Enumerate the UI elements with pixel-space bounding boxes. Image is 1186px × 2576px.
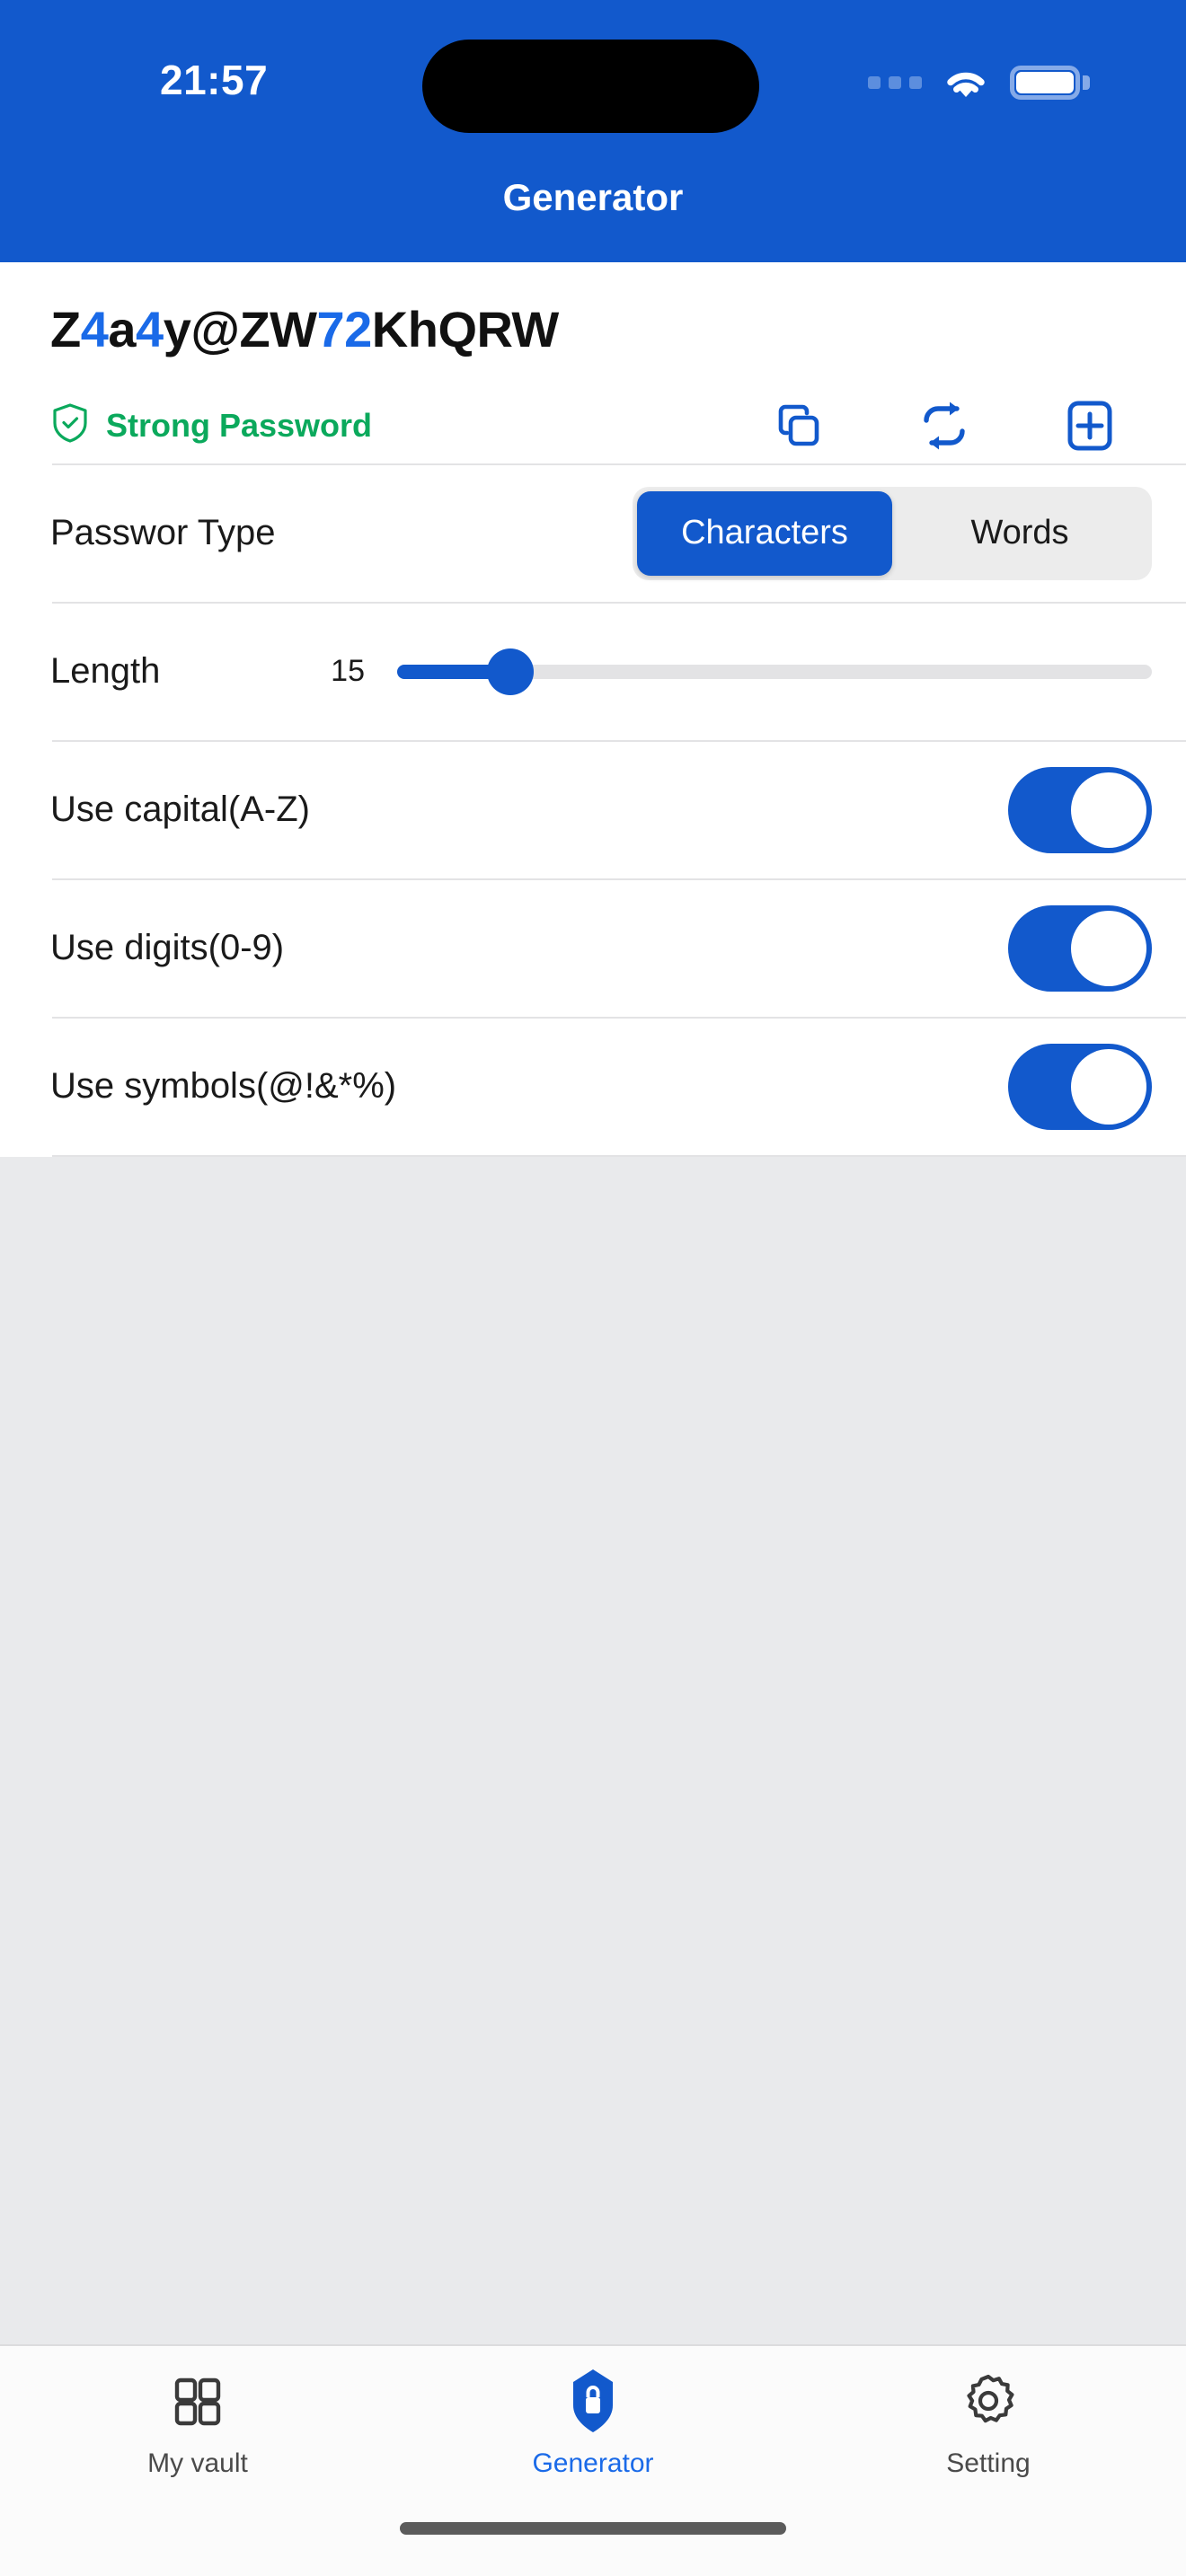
grid-icon [170,2368,226,2434]
password-actions [771,398,1136,454]
tab-generator-label: Generator [532,2448,654,2478]
use-capital-toggle[interactable] [1008,766,1152,853]
use-digits-row: Use digits(0-9) [0,880,1186,1017]
gear-icon [959,2368,1018,2434]
length-row: Length 15 [0,604,1186,740]
home-indicator[interactable] [400,2522,786,2535]
home-indicator-area [0,2515,1186,2576]
password-type-label: Passwor Type [50,513,276,553]
password-type-segmented-control[interactable]: Characters Words [633,486,1152,580]
toggle-knob [1071,772,1146,848]
tab-setting-label: Setting [946,2448,1031,2478]
shield-check-icon [50,401,90,449]
settings-card: Z4a4y@ZW72KhQRW Strong Password Passwor … [0,262,1186,1157]
use-digits-label: Use digits(0-9) [50,928,285,968]
use-digits-toggle[interactable] [1008,904,1152,992]
wifi-icon [942,65,990,101]
app-header: 21:57 Generator [0,0,1186,262]
app-screen: 21:57 Generator Z4a4y@ZW72KhQRW Strong P… [0,0,1186,2576]
slider-thumb[interactable] [487,648,534,695]
toggle-knob [1071,1048,1146,1125]
toggle-knob [1071,910,1146,986]
content-background [0,1156,1186,2344]
dynamic-island [422,40,759,133]
use-symbols-toggle[interactable] [1008,1043,1152,1130]
copy-button[interactable] [771,398,827,454]
tab-my-vault[interactable]: My vault [0,2368,395,2515]
password-meta-row: Strong Password [0,357,1186,463]
segment-words[interactable]: Words [892,491,1147,576]
cellular-dots-icon [868,76,922,89]
length-value: 15 [331,654,365,689]
password-type-row: Passwor Type Characters Words [0,465,1186,602]
password-strength: Strong Password [50,401,372,449]
generated-password[interactable]: Z4a4y@ZW72KhQRW [50,302,1136,357]
use-symbols-label: Use symbols(@!&*%) [50,1066,397,1107]
bottom-tab-bar: My vault Generator Setting [0,2344,1186,2515]
tab-generator[interactable]: Generator [395,2368,791,2515]
battery-full-icon [1010,66,1090,100]
status-bar-indicators [868,65,1090,101]
tab-my-vault-label: My vault [147,2448,248,2478]
segment-characters[interactable]: Characters [637,490,892,576]
use-symbols-row: Use symbols(@!&*%) [0,1019,1186,1155]
add-button[interactable] [1062,398,1118,454]
tab-setting[interactable]: Setting [791,2368,1186,2515]
length-slider[interactable] [397,648,1152,695]
length-slider-wrap: 15 [160,648,1152,695]
use-capital-label: Use capital(A-Z) [50,790,310,830]
password-display-block: Z4a4y@ZW72KhQRW [0,262,1186,357]
status-bar-time: 21:57 [160,57,269,103]
page-title: Generator [502,176,684,218]
use-capital-row: Use capital(A-Z) [0,742,1186,878]
status-bar: 21:57 [0,0,1186,162]
shield-lock-icon [568,2368,618,2434]
length-label: Length [50,651,161,692]
regenerate-button[interactable] [916,398,972,454]
password-strength-label: Strong Password [106,406,373,444]
